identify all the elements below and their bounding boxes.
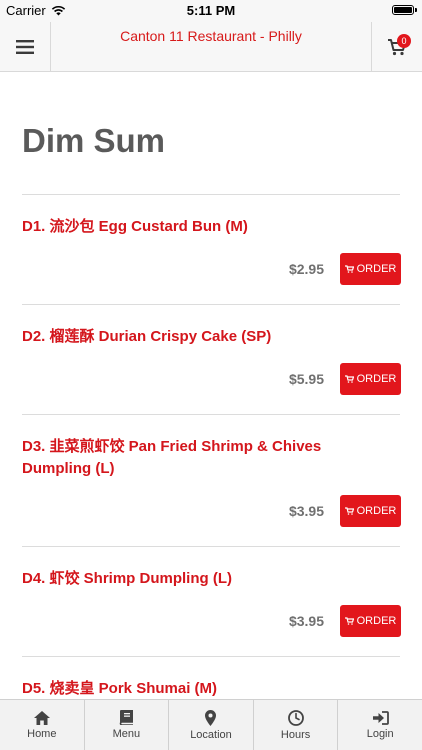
app-header: Canton 11 Restaurant - Philly 0 — [0, 22, 422, 72]
tab-label: Hours — [280, 728, 311, 741]
divider — [22, 414, 400, 415]
order-label: ORDER — [356, 505, 397, 517]
tab-hours[interactable]: Hours — [254, 700, 339, 750]
clock-icon — [287, 709, 304, 726]
tab-menu[interactable]: Menu — [85, 700, 170, 750]
menu-item-name[interactable]: D4. 虾饺 Shrimp Dumpling (L) — [22, 568, 382, 590]
tab-label: Location — [190, 728, 232, 741]
cart-count-badge: 0 — [397, 34, 411, 48]
home-icon — [33, 710, 50, 725]
order-label: ORDER — [356, 615, 397, 627]
order-button[interactable]: ORDER — [340, 253, 401, 285]
menu-item-name[interactable]: D2. 榴莲酥 Durian Crispy Cake (SP) — [22, 326, 382, 348]
item-price: $3.95 — [288, 503, 324, 519]
tab-label: Home — [27, 727, 57, 740]
menu-item-name[interactable]: D3. 韭菜煎虾饺 Pan Fried Shrimp & Chives Dump… — [22, 436, 352, 480]
tab-location[interactable]: Location — [169, 700, 254, 750]
location-pin-icon — [205, 709, 217, 726]
section-title: Dim Sum — [22, 122, 166, 159]
battery-icon — [392, 5, 417, 15]
tab-login[interactable]: Login — [338, 700, 422, 750]
divider — [22, 304, 400, 305]
tab-label: Menu — [112, 728, 141, 740]
item-price: $5.95 — [288, 371, 324, 387]
status-bar: Carrier 5:11 PM — [0, 0, 422, 22]
restaurant-title: Canton 11 Restaurant - Philly — [120, 28, 302, 44]
order-button[interactable]: ORDER — [340, 495, 401, 527]
login-icon — [372, 710, 389, 725]
order-button[interactable]: ORDER — [340, 605, 401, 637]
bottom-tab-bar: Home Menu Location Hours Login — [0, 699, 422, 750]
divider — [22, 546, 400, 547]
cart-icon — [344, 265, 354, 273]
hamburger-icon — [16, 39, 34, 54]
menu-item-name[interactable]: D1. 流沙包 Egg Custard Bun (M) — [22, 216, 382, 238]
clock-time: 5:11 PM — [186, 3, 236, 18]
order-label: ORDER — [356, 373, 397, 385]
cart-icon — [344, 617, 354, 625]
order-button[interactable]: ORDER — [340, 363, 401, 395]
cart-icon — [344, 507, 354, 515]
menu-content[interactable]: Dim Sum D1. 流沙包 Egg Custard Bun (M) $2.9… — [0, 72, 422, 699]
tab-home[interactable]: Home — [0, 700, 85, 750]
divider — [22, 194, 400, 195]
menu-item-name[interactable]: D5. 烧卖皇 Pork Shumai (M) — [22, 678, 382, 699]
cart-button[interactable]: 0 — [371, 22, 422, 71]
divider — [22, 656, 400, 657]
tab-label: Login — [366, 727, 394, 740]
menu-button[interactable] — [0, 22, 51, 71]
item-price: $2.95 — [288, 261, 324, 277]
order-label: ORDER — [356, 263, 397, 275]
cart-icon — [344, 375, 354, 383]
item-price: $3.95 — [288, 613, 324, 629]
book-icon — [120, 710, 134, 725]
